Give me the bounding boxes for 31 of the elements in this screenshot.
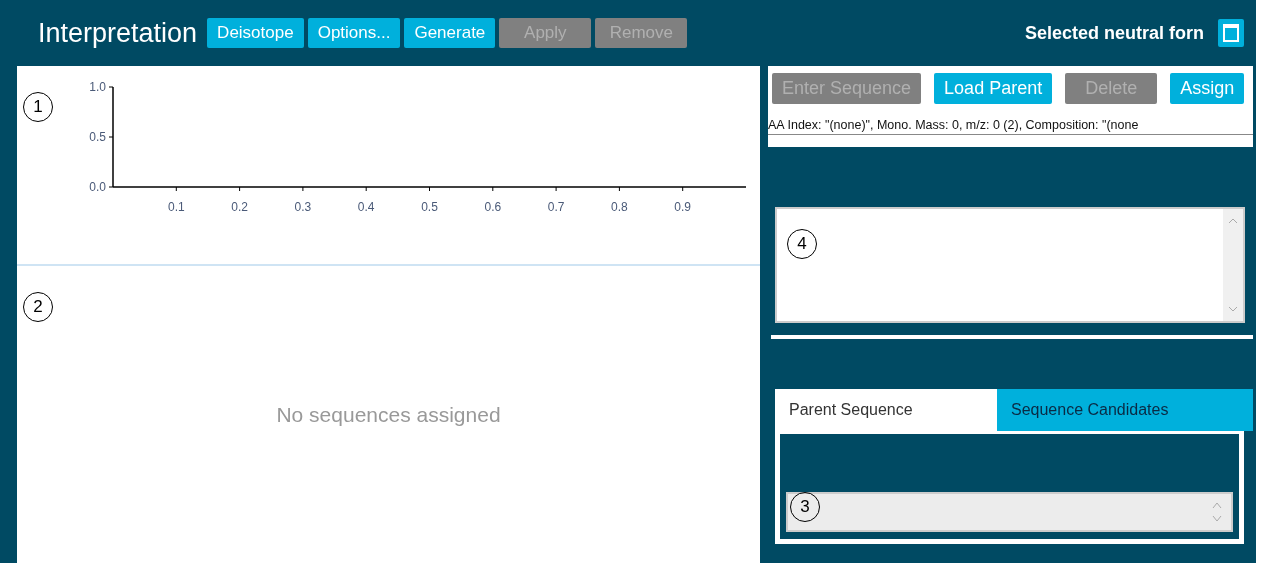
toolbar-button[interactable]: Assign: [1170, 73, 1245, 104]
x-tick-label: 0.6: [484, 200, 502, 214]
toolbar-button[interactable]: Deisotope: [207, 18, 304, 48]
x-tick-label: 0.2: [231, 200, 248, 214]
callout-number: 1: [23, 92, 53, 122]
callout-number: 2: [23, 292, 53, 322]
y-tick-label: 0.0: [89, 180, 106, 194]
y-tick-label: 1.0: [89, 80, 106, 94]
sequence-info: AA Index: "(none)", Mono. Mass: 0, m/z: 0 (2), Composition: "(none: [768, 118, 1253, 135]
scrollbar[interactable]: [1223, 209, 1243, 321]
empty-message: No sequences assigned: [276, 402, 501, 427]
x-tick-label: 0.9: [674, 200, 692, 214]
x-tick-label: 0.1: [167, 200, 185, 214]
toolbar-button[interactable]: Generate: [404, 18, 496, 48]
toolbar-button[interactable]: Load Parent: [934, 73, 1053, 104]
tab[interactable]: Parent Sequence: [775, 389, 997, 431]
x-tick-label: 0.8: [611, 200, 628, 214]
x-tick-label: 0.5: [421, 200, 438, 214]
panel-title: Interpretation: [38, 17, 198, 49]
sequence-spin-field[interactable]: 3: [786, 492, 1233, 532]
x-tick-label: 0.4: [357, 200, 375, 214]
x-tick-label: 0.3: [294, 200, 312, 214]
x-tick-label: 0.7: [547, 200, 565, 214]
tab[interactable]: Sequence Candidates: [997, 389, 1253, 431]
maximize-button[interactable]: [1218, 19, 1244, 47]
y-tick-label: 0.5: [89, 130, 106, 144]
selected-form-label: Selected neutral forn: [1024, 22, 1204, 44]
toolbar-button[interactable]: Options...: [307, 18, 401, 48]
scroll-down-icon[interactable]: [1228, 305, 1238, 313]
sequence-text-box[interactable]: 4: [775, 207, 1245, 323]
scroll-up-icon[interactable]: [1228, 217, 1238, 225]
